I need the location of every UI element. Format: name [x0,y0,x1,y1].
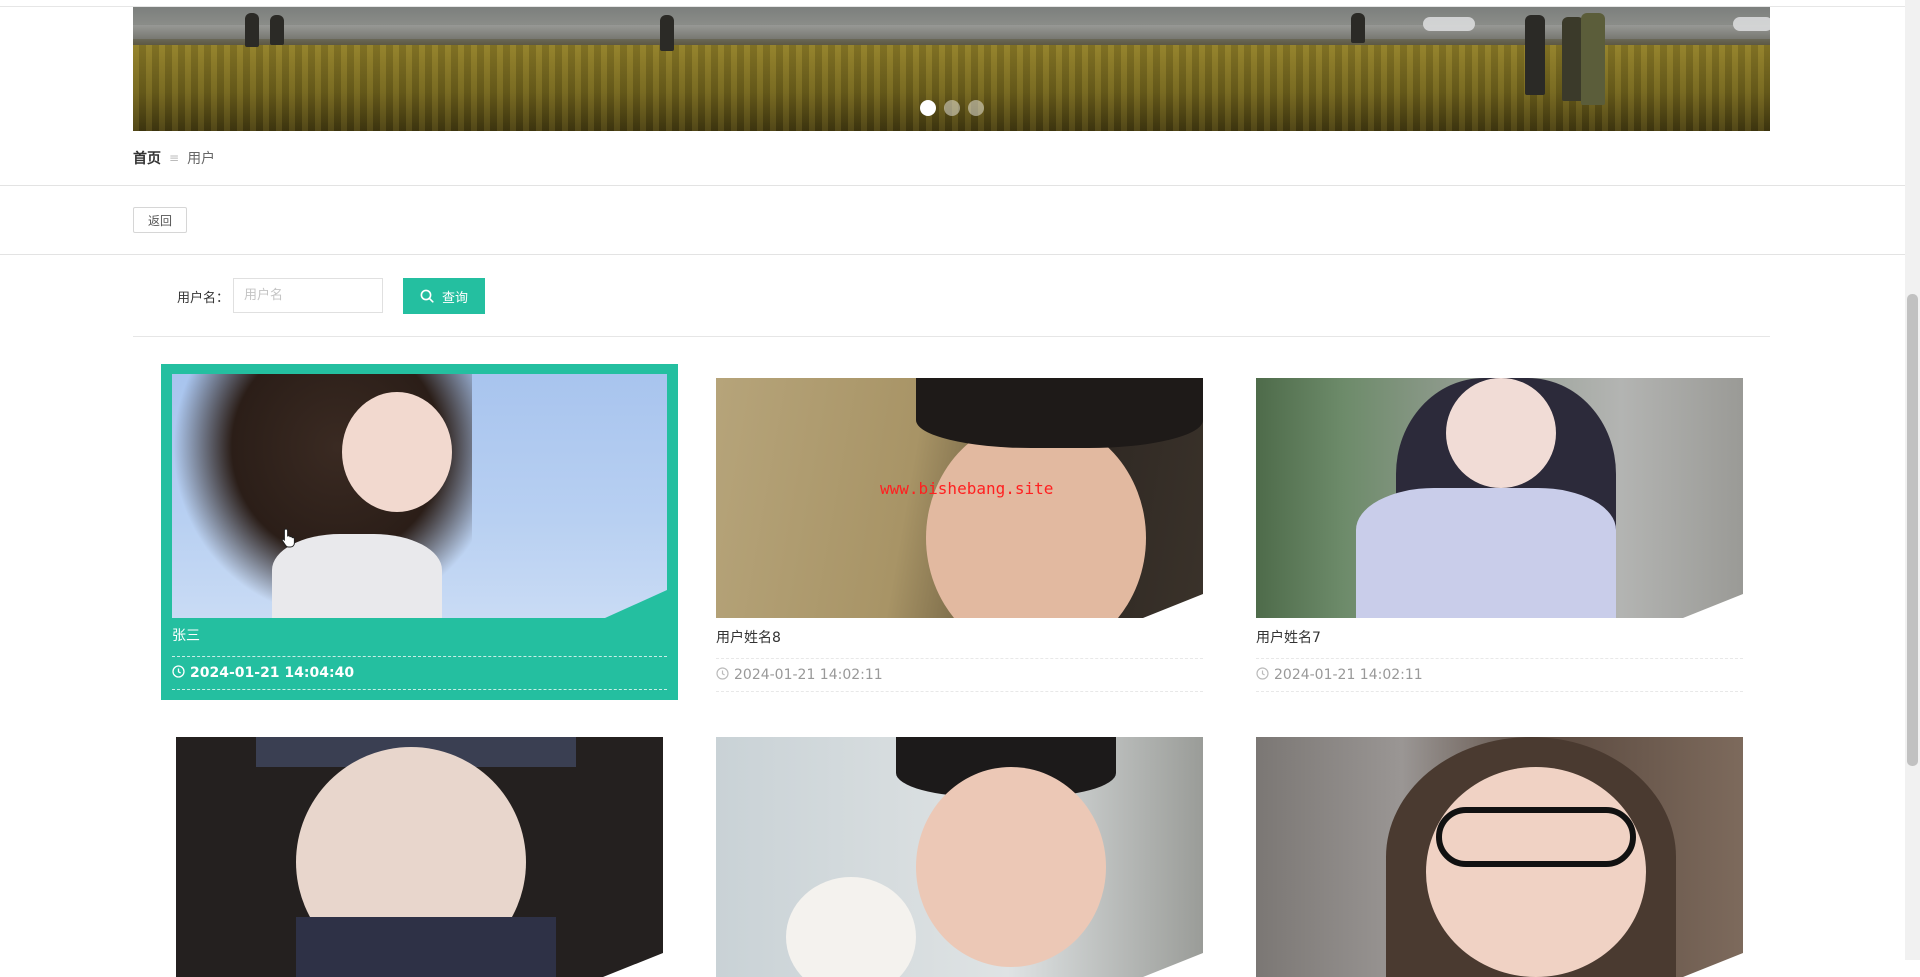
user-time: 2024-01-21 14:02:11 [1256,658,1743,692]
banner-car [1423,17,1475,31]
user-name[interactable]: 张三 [172,626,667,646]
banner-person [1581,13,1605,105]
clock-icon [716,666,729,684]
breadcrumb-current: 用户 [187,151,216,167]
user-name[interactable]: 用户姓名8 [716,628,1203,648]
user-card[interactable]: 用户姓名7 2024-01-21 14:02:11 [1256,378,1743,692]
banner-person [245,13,259,47]
section-divider [0,254,1905,255]
carousel-dot-2[interactable] [943,100,960,116]
user-photo [176,737,663,977]
banner-carousel[interactable] [133,7,1770,131]
banner-person [1525,15,1545,95]
mouse-cursor-icon [281,528,297,548]
user-photo [716,737,1203,977]
query-button-label: 查询 [441,290,468,306]
carousel-dot-3[interactable] [967,100,984,116]
clock-icon [172,664,185,682]
search-divider [133,336,1770,337]
user-card[interactable] [1256,737,1743,977]
banner-person [270,15,284,45]
user-card[interactable] [176,737,663,977]
carousel-dot-1[interactable] [919,100,936,116]
banner-car [1733,17,1770,31]
username-search-input[interactable] [233,278,383,313]
clock-icon [1256,666,1269,684]
breadcrumb-home[interactable]: 首页 [133,148,161,168]
search-icon [420,289,434,303]
query-button[interactable]: 查询 [403,278,485,314]
section-divider [0,185,1905,186]
user-photo [172,374,667,618]
user-photo [716,378,1203,618]
user-time-text: 2024-01-21 14:04:40 [190,665,355,681]
user-name[interactable]: 用户姓名7 [1256,628,1743,648]
user-card[interactable]: 用户姓名8 2024-01-21 14:02:11 [716,378,1203,692]
user-time-text: 2024-01-21 14:02:11 [734,667,883,683]
back-button[interactable]: 返回 [133,207,187,233]
user-time-text: 2024-01-21 14:02:11 [1274,667,1423,683]
user-photo [1256,378,1743,618]
banner-person [1351,13,1365,43]
search-label: 用户名： [177,291,230,306]
banner-person [660,15,674,51]
scrollbar-thumb[interactable] [1907,294,1918,766]
user-photo [1256,737,1743,977]
carousel-dots [133,100,1770,116]
user-card[interactable] [716,737,1203,977]
user-time: 2024-01-21 14:02:11 [716,658,1203,692]
breadcrumb-separator: ≡ [169,151,180,165]
user-time: 2024-01-21 14:04:40 [172,656,667,690]
breadcrumb: 首页 ≡ 用户 [133,148,215,168]
watermark-text: www.bishebang.site [880,479,1054,498]
user-card[interactable]: 张三 2024-01-21 14:04:40 [161,364,678,700]
